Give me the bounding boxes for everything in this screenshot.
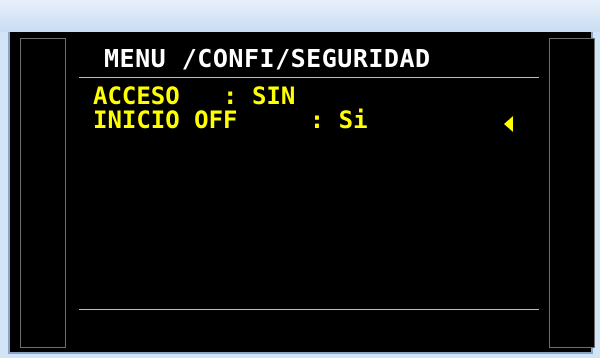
title-divider [79, 77, 539, 78]
footer-divider [79, 309, 539, 310]
lcd-screen: MENU /CONFI/SEGURIDAD ACCESO : SIN INICI… [76, 32, 539, 352]
menu-row-label: INICIO OFF [93, 106, 238, 134]
menu-title: MENU /CONFI/SEGURIDAD [104, 44, 431, 73]
right-softkey-panel[interactable] [549, 38, 595, 348]
caret-left-icon [504, 116, 513, 132]
app-window: MENU /CONFI/SEGURIDAD ACCESO : SIN INICI… [0, 0, 600, 358]
display-frame: MENU /CONFI/SEGURIDAD ACCESO : SIN INICI… [8, 32, 595, 354]
menu-row-value: Si [338, 106, 368, 134]
left-softkey-panel[interactable] [20, 38, 66, 348]
menu-row-separator: : [237, 106, 339, 134]
menu-row-inicio-off[interactable]: INICIO OFF : Si [93, 108, 368, 132]
menu-row-acceso[interactable]: ACCESO : SIN [93, 84, 295, 108]
window-titlebar [0, 0, 600, 32]
